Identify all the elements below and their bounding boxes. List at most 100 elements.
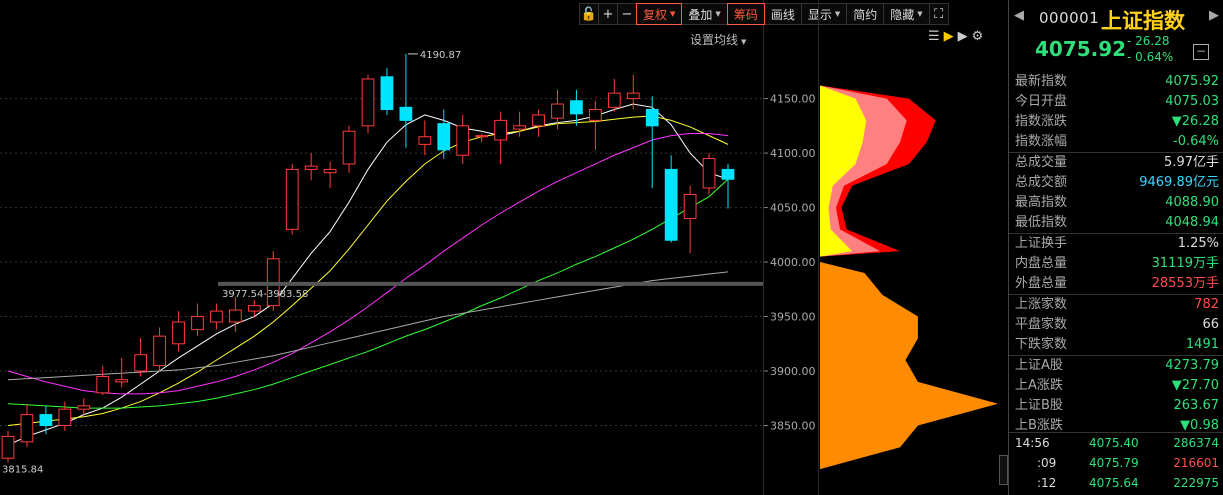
quote-row-value: -0.64% — [1173, 134, 1219, 149]
quote-row: 上证B股 263.67 — [1009, 396, 1223, 416]
quote-row-label: 外盘总量 — [1015, 276, 1068, 291]
quote-row: 上证换手 1.25% — [1009, 234, 1223, 254]
quote-row-value: 263.67 — [1173, 398, 1220, 413]
chips-label: 筹码 — [733, 7, 758, 22]
candle — [361, 74, 375, 134]
y-tick-label: 3900.00 — [770, 365, 816, 378]
minimize-button[interactable]: − — [1193, 44, 1209, 60]
candle — [721, 163, 735, 209]
quote-row: 指数涨跌 ▼26.28 — [1009, 112, 1223, 132]
quote-row-label: 指数涨跌 — [1015, 114, 1068, 129]
candle-up-body — [153, 335, 166, 367]
candle-up-body — [115, 379, 129, 383]
tick-volume: 216601 — [1173, 456, 1219, 470]
candle-up-body — [551, 103, 564, 119]
candle — [702, 153, 716, 195]
quote-row-label: 指数涨幅 — [1015, 134, 1068, 149]
candle-up-body — [96, 375, 110, 394]
candle — [58, 401, 72, 431]
candle-up-body — [323, 168, 337, 174]
quote-row-value: 9469.89亿元 — [1139, 175, 1219, 190]
candle-up-body — [532, 114, 545, 127]
scrollbar-handle[interactable] — [999, 455, 1008, 485]
quote-row: 指数涨幅 -0.64% — [1009, 132, 1223, 152]
quote-row: 今日开盘 4075.03 — [1009, 92, 1223, 112]
tick-time: :12 — [1037, 476, 1057, 490]
stock-chart-window: 🔓 + − 复权 ▼ 叠加 ▼ 筹码 画线 显示 ▼ 简约 隐藏 ▼ ⛶ 设置均线 ▼ ☰… — [0, 0, 1223, 495]
quote-row-value: 4075.92 — [1165, 74, 1219, 89]
candle-up-body — [20, 414, 34, 443]
chips-button[interactable]: 筹码 — [726, 3, 765, 25]
quote-row-label: 最新指数 — [1015, 74, 1068, 89]
candle-up-body — [702, 158, 716, 189]
quote-row: 最高指数 4088.90 — [1009, 193, 1223, 213]
quote-row-value: 5.97亿手 — [1164, 155, 1219, 170]
candlestick-chart[interactable]: 3850.00 3900.00 3950.00 4000.00 4050.00 4100.… — [0, 0, 1005, 495]
current-price: 4075.92 — [1035, 37, 1127, 61]
candle-up-body — [1, 435, 15, 459]
candle-down-body — [721, 168, 735, 180]
tick-price: 4075.79 — [1089, 456, 1139, 470]
quote-row-value: ▼27.70 — [1171, 378, 1219, 393]
quote-row-label: 总成交量 — [1015, 155, 1068, 170]
candle — [96, 365, 110, 395]
quote-row: 总成交量 5.97亿手 — [1009, 153, 1223, 173]
candle — [437, 109, 451, 159]
quote-row-value: 66 — [1202, 317, 1219, 332]
candle-up-body — [418, 136, 432, 145]
quote-row: 最低指数 4048.94 — [1009, 213, 1223, 233]
candle-up-body — [475, 135, 489, 138]
y-tick-label: 4150.00 — [770, 93, 816, 106]
candle-up-body — [285, 168, 299, 230]
grid-lines — [0, 98, 763, 427]
candle — [77, 398, 91, 415]
candle-up-body — [191, 316, 204, 331]
quote-row: 平盘家数 66 — [1009, 315, 1223, 335]
tick-time: 14:56 — [1015, 436, 1050, 450]
quote-row-label: 平盘家数 — [1015, 317, 1068, 332]
change-percent: - 0.64% — [1127, 50, 1174, 64]
candle — [210, 303, 223, 330]
tick-row: 14:56 4075.40 286374 — [1009, 433, 1223, 453]
candle — [1, 430, 15, 463]
quote-row-label: 上证B股 — [1015, 398, 1063, 413]
tick-volume: 286374 — [1173, 436, 1219, 450]
candle — [134, 338, 148, 377]
quote-row-value: 28553万手 — [1151, 276, 1219, 291]
candle-down-body — [570, 100, 583, 115]
chevron-down-icon: ▼ — [670, 10, 676, 18]
quote-row-value: 4075.03 — [1165, 94, 1219, 109]
quote-row-label: 上A涨跌 — [1015, 378, 1063, 393]
candle-up-body — [210, 310, 223, 323]
candle — [399, 53, 413, 148]
next-stock-icon[interactable]: ▶ — [1209, 8, 1219, 23]
quote-row: 上A涨跌 ▼27.70 — [1009, 376, 1223, 396]
adjust-rights-button[interactable]: 复权 ▼ — [636, 3, 683, 25]
prev-stock-icon[interactable]: ◀ — [1014, 8, 1024, 23]
high-price-label: 4190.87 — [420, 50, 461, 61]
candle-up-body — [77, 405, 91, 410]
candle-up-body — [607, 92, 621, 108]
candle — [304, 153, 318, 181]
candle — [664, 155, 678, 243]
y-axis: 3850.00 3900.00 3950.00 4000.00 4050.00 4100.… — [763, 93, 816, 433]
quote-row-value: ▼26.28 — [1171, 114, 1219, 129]
candle-up-body — [58, 408, 72, 427]
chip-layer-low — [820, 262, 998, 470]
stock-name: 上证指数 — [1101, 9, 1185, 33]
candle-up-body — [304, 165, 318, 170]
candle-up-body — [683, 193, 697, 219]
tick-price: 4075.64 — [1089, 476, 1139, 490]
quote-row-label: 上涨家数 — [1015, 297, 1068, 312]
quote-panel: ◀ 000001 上证指数 ▶ 4075.92 - 26.28 - 0.64% … — [1009, 0, 1223, 495]
quote-row-value: 31119万手 — [1151, 256, 1219, 271]
adjust-rights-label: 复权 — [643, 7, 668, 22]
candle-up-body — [588, 108, 602, 121]
price-change: - 26.28 - 0.64% — [1127, 33, 1173, 65]
quote-row-value: 4048.94 — [1165, 215, 1219, 230]
quote-row-value: 4088.90 — [1165, 195, 1219, 210]
quote-row: 最新指数 4075.92 — [1009, 72, 1223, 92]
quote-row-value: 782 — [1194, 297, 1219, 312]
quote-header: ◀ 000001 上证指数 ▶ 4075.92 - 26.28 - 0.64% … — [1009, 0, 1223, 70]
quote-row: 上证A股 4273.79 — [1009, 356, 1223, 376]
